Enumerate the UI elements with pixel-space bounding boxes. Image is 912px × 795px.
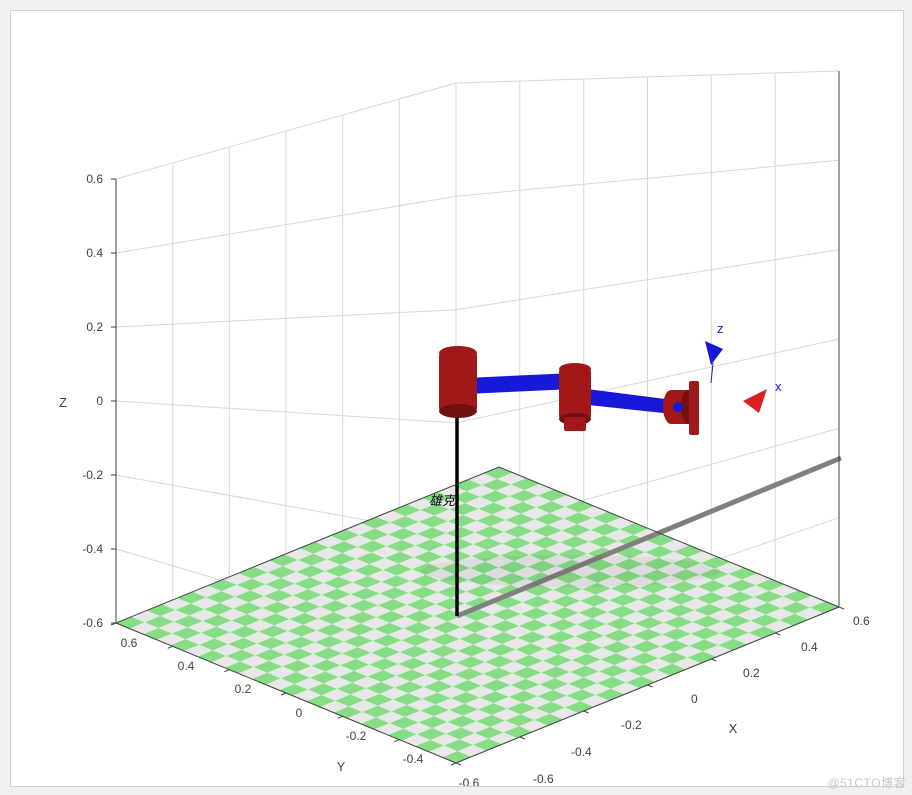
y-tick: 0 [296, 706, 303, 720]
z-tick: 0 [96, 394, 103, 408]
y-tick: 0.2 [235, 682, 252, 696]
x-tick: -0.2 [621, 718, 642, 732]
x-axis-label: X [729, 721, 738, 736]
z-tick: -0.4 [82, 542, 103, 556]
arm-shadow [421, 555, 721, 587]
y-tick: -0.4 [403, 752, 424, 766]
z-tick: -0.2 [82, 468, 103, 482]
axes-3d[interactable]: z x 雄克 -0.6 -0.4 -0.2 0 0.2 0.4 0.6 Z 0.… [11, 11, 903, 786]
y-tick: 0.6 [121, 636, 138, 650]
z-axis-label: Z [59, 395, 67, 410]
y-tick: 0.4 [178, 659, 195, 673]
z-axis-ticks [111, 179, 116, 623]
watermark: @51CTO博客 [827, 774, 906, 791]
ee-frame-x-label: x [775, 379, 782, 394]
y-axis-label: Y [337, 759, 346, 774]
z-tick: -0.6 [82, 616, 103, 630]
robot-name-label: 雄克 [429, 493, 457, 508]
y-tick: -0.6 [459, 776, 480, 786]
x-tick: 0.6 [853, 614, 870, 628]
figure-panel: z x 雄克 -0.6 -0.4 -0.2 0 0.2 0.4 0.6 Z 0.… [10, 10, 904, 787]
ee-frame-z-label: z [717, 321, 724, 336]
x-tick: 0.4 [801, 640, 818, 654]
x-tick: 0 [691, 692, 698, 706]
y-tick: -0.2 [346, 729, 367, 743]
robot-joint-1 [439, 346, 477, 418]
z-tick: 0.6 [86, 172, 103, 186]
x-tick: 0.2 [743, 666, 760, 680]
z-tick: 0.4 [86, 246, 103, 260]
x-tick: -0.4 [571, 745, 592, 759]
x-tick: -0.6 [533, 772, 554, 786]
z-tick: 0.2 [86, 320, 103, 334]
robot-joint-2 [559, 363, 591, 431]
